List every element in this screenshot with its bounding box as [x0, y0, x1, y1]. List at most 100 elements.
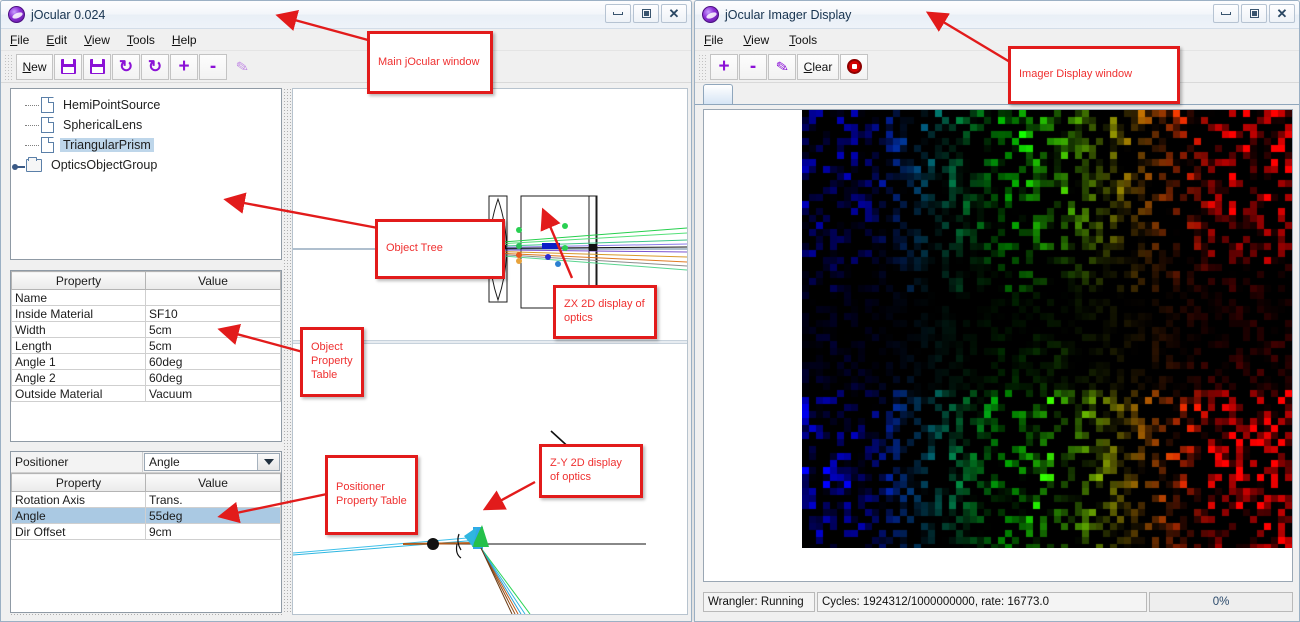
positioner-row: Positioner Angle — [11, 452, 281, 473]
save-button[interactable] — [54, 53, 82, 80]
callout-positioner-property-table: Positioner Property Table — [325, 455, 418, 535]
menu-help[interactable]: Help — [172, 33, 197, 47]
cell-value[interactable]: Trans. — [145, 491, 281, 508]
jocular-logo-icon — [702, 6, 719, 23]
menu-view[interactable]: View — [743, 33, 769, 47]
chevron-down-icon[interactable] — [257, 454, 279, 470]
edit-button[interactable]: ✎ — [768, 53, 796, 80]
imager-window-title: jOcular Imager Display — [725, 7, 852, 22]
jocular-logo-icon — [8, 6, 25, 23]
minimize-icon[interactable] — [605, 4, 631, 23]
imager-toolbar: + - ✎ Clear — [695, 51, 1299, 83]
cell-value[interactable]: Vacuum — [145, 385, 281, 402]
table-row[interactable]: Dir Offset 9cm — [11, 523, 281, 540]
cell-value[interactable]: SF10 — [145, 305, 281, 322]
table-row[interactable]: Width 5cm — [11, 321, 281, 338]
toolbar-grip-icon[interactable] — [698, 53, 707, 80]
cell-property: Outside Material — [11, 385, 146, 402]
object-tree-panel[interactable]: HemiPointSource SphericalLens Triangular… — [10, 88, 282, 260]
expand-handle-icon[interactable] — [12, 159, 25, 172]
object-property-table-panel[interactable]: Property Value Name Inside Material SF10… — [10, 270, 282, 442]
main-window-bottom-edge — [1, 615, 691, 621]
imager-viewport[interactable] — [703, 109, 1293, 582]
record-stop-icon — [846, 59, 862, 74]
positioner-property-table[interactable]: Property Value Rotation Axis Trans. Angl… — [11, 473, 281, 540]
zoom-out-button[interactable]: - — [739, 53, 767, 80]
tree-item-triangularprism[interactable]: TriangularPrism — [25, 135, 281, 155]
callout-text: Main jOcular window — [378, 55, 480, 68]
column-header-property[interactable]: Property — [11, 473, 146, 492]
minimize-icon[interactable] — [1213, 4, 1239, 23]
cell-value[interactable] — [145, 289, 281, 306]
menu-tools[interactable]: Tools — [789, 33, 817, 47]
add-button[interactable]: + — [170, 53, 198, 80]
tree-item-label: OpticsObjectGroup — [51, 158, 158, 172]
table-row[interactable]: Inside Material SF10 — [11, 305, 281, 322]
close-icon[interactable]: ✕ — [661, 4, 687, 23]
menu-file[interactable]: FFileile — [10, 33, 29, 47]
table-header-row: Property Value — [11, 473, 281, 492]
column-header-property[interactable]: Property — [11, 271, 146, 290]
maximize-icon[interactable] — [1241, 4, 1267, 23]
object-property-table[interactable]: Property Value Name Inside Material SF10… — [11, 271, 281, 402]
menu-view[interactable]: View — [84, 33, 110, 47]
callout-imager-window: Imager Display window — [1008, 46, 1180, 104]
cell-value[interactable]: 60deg — [145, 353, 281, 370]
positioner-select[interactable]: Angle — [144, 453, 280, 471]
main-window-title: jOcular 0.024 — [31, 7, 106, 22]
redo-button[interactable]: ↻ — [141, 53, 169, 80]
column-header-value[interactable]: Value — [145, 271, 281, 290]
toolbar-grip-icon[interactable] — [4, 53, 13, 80]
save-as-button[interactable] — [83, 53, 111, 80]
cell-value[interactable]: 5cm — [145, 337, 281, 354]
callout-text: Z-Y 2D display of optics — [550, 457, 622, 483]
undo-button[interactable]: ↻ — [112, 53, 140, 80]
imager-window-controls: ✕ — [1213, 4, 1295, 23]
positioner-table-empty-area — [11, 540, 281, 596]
table-row[interactable]: Outside Material Vacuum — [11, 385, 281, 402]
menu-edit[interactable]: Edit — [46, 33, 67, 47]
callout-text: ZX 2D display of optics — [564, 298, 645, 324]
table-row[interactable]: Length 5cm — [11, 337, 281, 354]
menu-tools[interactable]: Tools — [127, 33, 155, 47]
left-panel-scrollbar[interactable] — [283, 88, 291, 613]
clear-button[interactable]: Clear — [797, 53, 839, 80]
callout-main-window: Main jOcular window — [367, 31, 493, 94]
stop-button[interactable] — [840, 53, 868, 80]
main-window-titlebar[interactable]: jOcular 0.024 ✕ — [1, 1, 691, 29]
tree-item-sphericallens[interactable]: SphericalLens — [25, 115, 281, 135]
table-row[interactable]: Angle 1 60deg — [11, 353, 281, 370]
progress-label: 0% — [1212, 596, 1230, 608]
imager-tab-1[interactable] — [703, 84, 733, 104]
tree-item-opticsobjectgroup[interactable]: OpticsObjectGroup — [12, 155, 281, 175]
table-row[interactable]: Angle 2 60deg — [11, 369, 281, 386]
new-button[interactable]: New — [16, 53, 53, 80]
redo-arrow-icon: ↻ — [147, 57, 163, 76]
zoom-in-button[interactable]: + — [710, 53, 738, 80]
callout-text: Positioner Property Table — [336, 481, 407, 507]
tree-item-label: TriangularPrism — [60, 138, 154, 152]
object-tree: HemiPointSource SphericalLens Triangular… — [11, 89, 281, 175]
cell-value[interactable]: 55deg — [145, 507, 281, 524]
table-row[interactable]: Name — [11, 289, 281, 306]
tree-item-label: HemiPointSource — [63, 98, 161, 112]
imager-spectral-image[interactable] — [802, 110, 1292, 548]
floppy-icon — [89, 59, 105, 74]
screen-root: jOcular 0.024 ✕ FFileile Edit View Tools… — [0, 0, 1300, 622]
menu-file[interactable]: File — [704, 33, 723, 47]
minus-icon: - — [749, 55, 757, 77]
callout-text: Object Tree — [386, 242, 443, 255]
cell-value[interactable]: 60deg — [145, 369, 281, 386]
close-icon[interactable]: ✕ — [1269, 4, 1295, 23]
column-header-value[interactable]: Value — [145, 473, 281, 492]
table-row[interactable]: Angle 55deg — [11, 507, 281, 524]
remove-button[interactable]: - — [199, 53, 227, 80]
tree-item-hemipointsource[interactable]: HemiPointSource — [25, 95, 281, 115]
imager-window-titlebar[interactable]: jOcular Imager Display ✕ — [695, 1, 1299, 29]
cell-value[interactable]: 9cm — [145, 523, 281, 540]
table-row[interactable]: Rotation Axis Trans. — [11, 491, 281, 508]
maximize-icon[interactable] — [633, 4, 659, 23]
edit-button[interactable]: ✎ — [228, 54, 256, 80]
imager-statusbar: Wrangler: Running Cycles: 1924312/100000… — [703, 592, 1293, 612]
cell-value[interactable]: 5cm — [145, 321, 281, 338]
